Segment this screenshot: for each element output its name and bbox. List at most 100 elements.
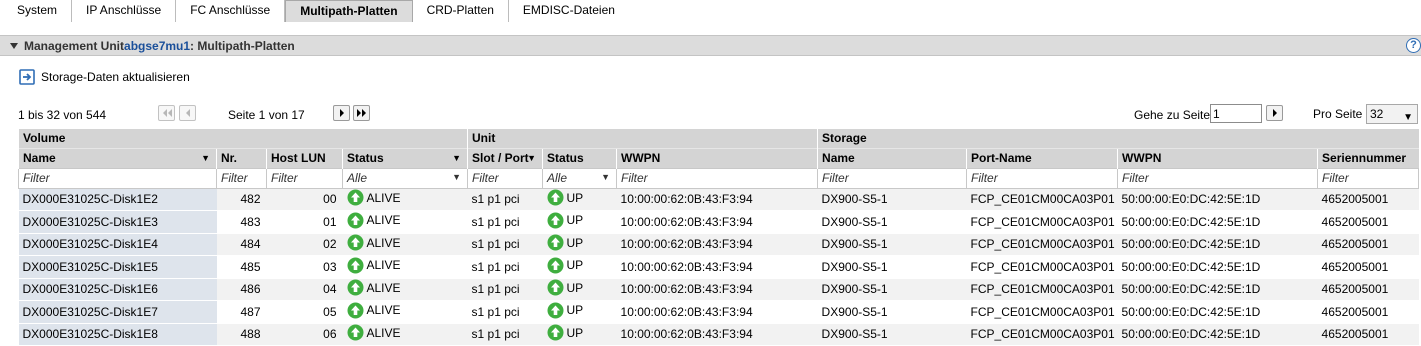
chevron-down-icon: ▼: [601, 171, 611, 182]
cell-serial-number: 4652005001: [1317, 323, 1419, 346]
filter-volume-name[interactable]: Filter: [18, 167, 217, 189]
filter-nr[interactable]: Filter: [216, 167, 267, 189]
panel-title-suffix: : Multipath-Platten: [190, 38, 295, 53]
column-group-row: Volume Unit Storage: [17, 129, 1419, 148]
up-arrow-circle-icon: [347, 212, 363, 229]
up-arrow-circle-icon: [547, 279, 564, 296]
status-text: UP: [566, 213, 584, 228]
chevron-right-icon: [339, 109, 344, 117]
filter-storage-wwpn[interactable]: Filter: [1117, 167, 1319, 189]
help-icon[interactable]: ?: [1406, 38, 1421, 53]
col-port-name[interactable]: Port-Name: [966, 147, 1118, 168]
goto-page-input[interactable]: [1210, 104, 1262, 123]
per-page-select[interactable]: 32 ▼: [1366, 104, 1418, 124]
cell-volume-nr: 484: [216, 233, 267, 256]
table-row[interactable]: DX000E31025C-Disk1E5 485 03 ALIVE s1 p1 pci U…: [18, 255, 1419, 279]
filter-unit-status[interactable]: Alle ▼: [542, 167, 618, 189]
cell-storage-wwpn: 50:00:00:E0:DC:42:5E:1D: [1117, 323, 1318, 346]
col-volume-status[interactable]: Status ▼: [341, 147, 468, 168]
tab-ip-anschluesse[interactable]: IP Anschlüsse: [72, 0, 177, 22]
table-row[interactable]: DX000E31025C-Disk1E2 482 00 ALIVE s1 p1 pci U…: [18, 188, 1419, 211]
col-serial-number[interactable]: Seriennummer: [1317, 147, 1419, 168]
status-text: ALIVE: [366, 303, 401, 318]
cell-volume-status: ALIVE: [342, 323, 468, 346]
cell-port-name: FCP_CE01CM00CA03P01: [966, 323, 1118, 346]
tab-multipath-platten[interactable]: Multipath-Platten: [285, 0, 413, 22]
chevron-left-icon: [185, 109, 190, 117]
filter-host-lun[interactable]: Filter: [266, 167, 343, 189]
last-page-button[interactable]: [353, 105, 370, 121]
status-text: UP: [566, 280, 584, 295]
tab-crd-platten[interactable]: CRD-Platten: [413, 0, 509, 22]
filter-slot-port[interactable]: Filter: [467, 167, 544, 189]
cell-host-lun: 00: [266, 188, 343, 211]
goto-page-label: Gehe zu Seite: [1134, 108, 1211, 122]
col-unit-wwpn[interactable]: WWPN: [616, 147, 818, 168]
cell-slot-port: s1 p1 pci: [467, 255, 543, 279]
chevron-right-icon: [1272, 109, 1277, 117]
cell-volume-nr: 487: [216, 300, 267, 324]
cell-volume-name: DX000E31025C-Disk1E5: [18, 255, 217, 279]
double-chevron-right-icon: [356, 109, 366, 117]
cell-volume-name: DX000E31025C-Disk1E4: [18, 233, 217, 256]
cell-volume-status: ALIVE: [342, 233, 468, 256]
goto-page-button[interactable]: [1266, 105, 1283, 121]
cell-port-name: FCP_CE01CM00CA03P01: [966, 300, 1118, 324]
filter-serial-number[interactable]: Filter: [1317, 167, 1420, 189]
tab-bar: System IP Anschlüsse FC Anschlüsse Multi…: [0, 0, 1421, 22]
tab-emdisc-dateien[interactable]: EMDISC-Dateien: [509, 0, 629, 22]
chevron-down-icon: ▼: [527, 152, 537, 163]
cell-unit-status: UP: [542, 323, 617, 346]
col-storage-wwpn[interactable]: WWPN: [1117, 147, 1318, 168]
cell-volume-name: DX000E31025C-Disk1E2: [18, 188, 217, 211]
col-unit-status[interactable]: Status: [542, 147, 617, 168]
table-row[interactable]: DX000E31025C-Disk1E8 488 06 ALIVE s1 p1 pci U…: [18, 323, 1419, 346]
table-row[interactable]: DX000E31025C-Disk1E6 486 04 ALIVE s1 p1 pci U…: [18, 278, 1419, 301]
cell-volume-name: DX000E31025C-Disk1E6: [18, 278, 217, 301]
col-nr[interactable]: Nr.: [216, 147, 267, 168]
tab-fc-anschluesse[interactable]: FC Anschlüsse: [176, 0, 286, 22]
refresh-storage-data-button[interactable]: Storage-Daten aktualisieren: [19, 69, 190, 85]
cell-unit-wwpn: 10:00:00:62:0B:43:F3:94: [616, 323, 818, 346]
cell-unit-wwpn: 10:00:00:62:0B:43:F3:94: [616, 210, 818, 234]
col-host-lun[interactable]: Host LUN: [266, 147, 343, 168]
cell-volume-status: ALIVE: [342, 210, 468, 234]
filter-volume-status[interactable]: Alle ▼: [341, 167, 469, 189]
cell-host-lun: 03: [266, 255, 343, 279]
col-storage-name[interactable]: Name: [817, 147, 967, 168]
previous-page-button[interactable]: [179, 105, 196, 121]
cell-volume-nr: 486: [216, 278, 267, 301]
cell-serial-number: 4652005001: [1317, 210, 1419, 234]
table-row[interactable]: DX000E31025C-Disk1E7 487 05 ALIVE s1 p1 pci U…: [18, 300, 1419, 324]
first-page-button[interactable]: [158, 105, 175, 121]
filter-unit-wwpn[interactable]: Filter: [616, 167, 819, 189]
cell-unit-status: UP: [542, 300, 617, 324]
cell-volume-status: ALIVE: [342, 278, 468, 301]
filter-storage-name[interactable]: Filter: [817, 167, 968, 189]
filter-port-name[interactable]: Filter: [966, 167, 1119, 189]
tab-system[interactable]: System: [0, 0, 73, 22]
up-arrow-circle-icon: [347, 257, 363, 274]
cell-unit-wwpn: 10:00:00:62:0B:43:F3:94: [616, 188, 818, 211]
cell-serial-number: 4652005001: [1317, 188, 1419, 211]
triangle-down-icon[interactable]: [10, 42, 18, 50]
up-arrow-circle-icon: [347, 324, 363, 341]
table-row[interactable]: DX000E31025C-Disk1E4 484 02 ALIVE s1 p1 pci U…: [18, 233, 1419, 256]
refresh-label: Storage-Daten aktualisieren: [41, 70, 190, 84]
table-row[interactable]: DX000E31025C-Disk1E3 483 01 ALIVE s1 p1 pci U…: [18, 210, 1419, 234]
chevron-down-icon: ▼: [452, 171, 462, 182]
management-unit-link[interactable]: abgse7mu1: [124, 39, 190, 53]
cell-unit-status: UP: [542, 278, 617, 301]
cell-storage-wwpn: 50:00:00:E0:DC:42:5E:1D: [1117, 278, 1318, 301]
column-header-row: Name ▼ Nr. Host LUN Status ▼ Slot / Port ▼ …: [18, 147, 1419, 168]
col-volume-name[interactable]: Name ▼: [18, 147, 217, 168]
next-page-button[interactable]: [333, 105, 350, 121]
status-text: ALIVE: [366, 190, 401, 205]
up-arrow-circle-icon: [547, 324, 564, 341]
chevron-down-icon: ▼: [201, 152, 210, 163]
page-info: Seite 1 von 17: [228, 108, 305, 122]
cell-storage-wwpn: 50:00:00:E0:DC:42:5E:1D: [1117, 255, 1318, 279]
cell-storage-wwpn: 50:00:00:E0:DC:42:5E:1D: [1117, 233, 1318, 256]
cell-serial-number: 4652005001: [1317, 300, 1419, 324]
col-slot-port[interactable]: Slot / Port ▼: [467, 147, 543, 168]
